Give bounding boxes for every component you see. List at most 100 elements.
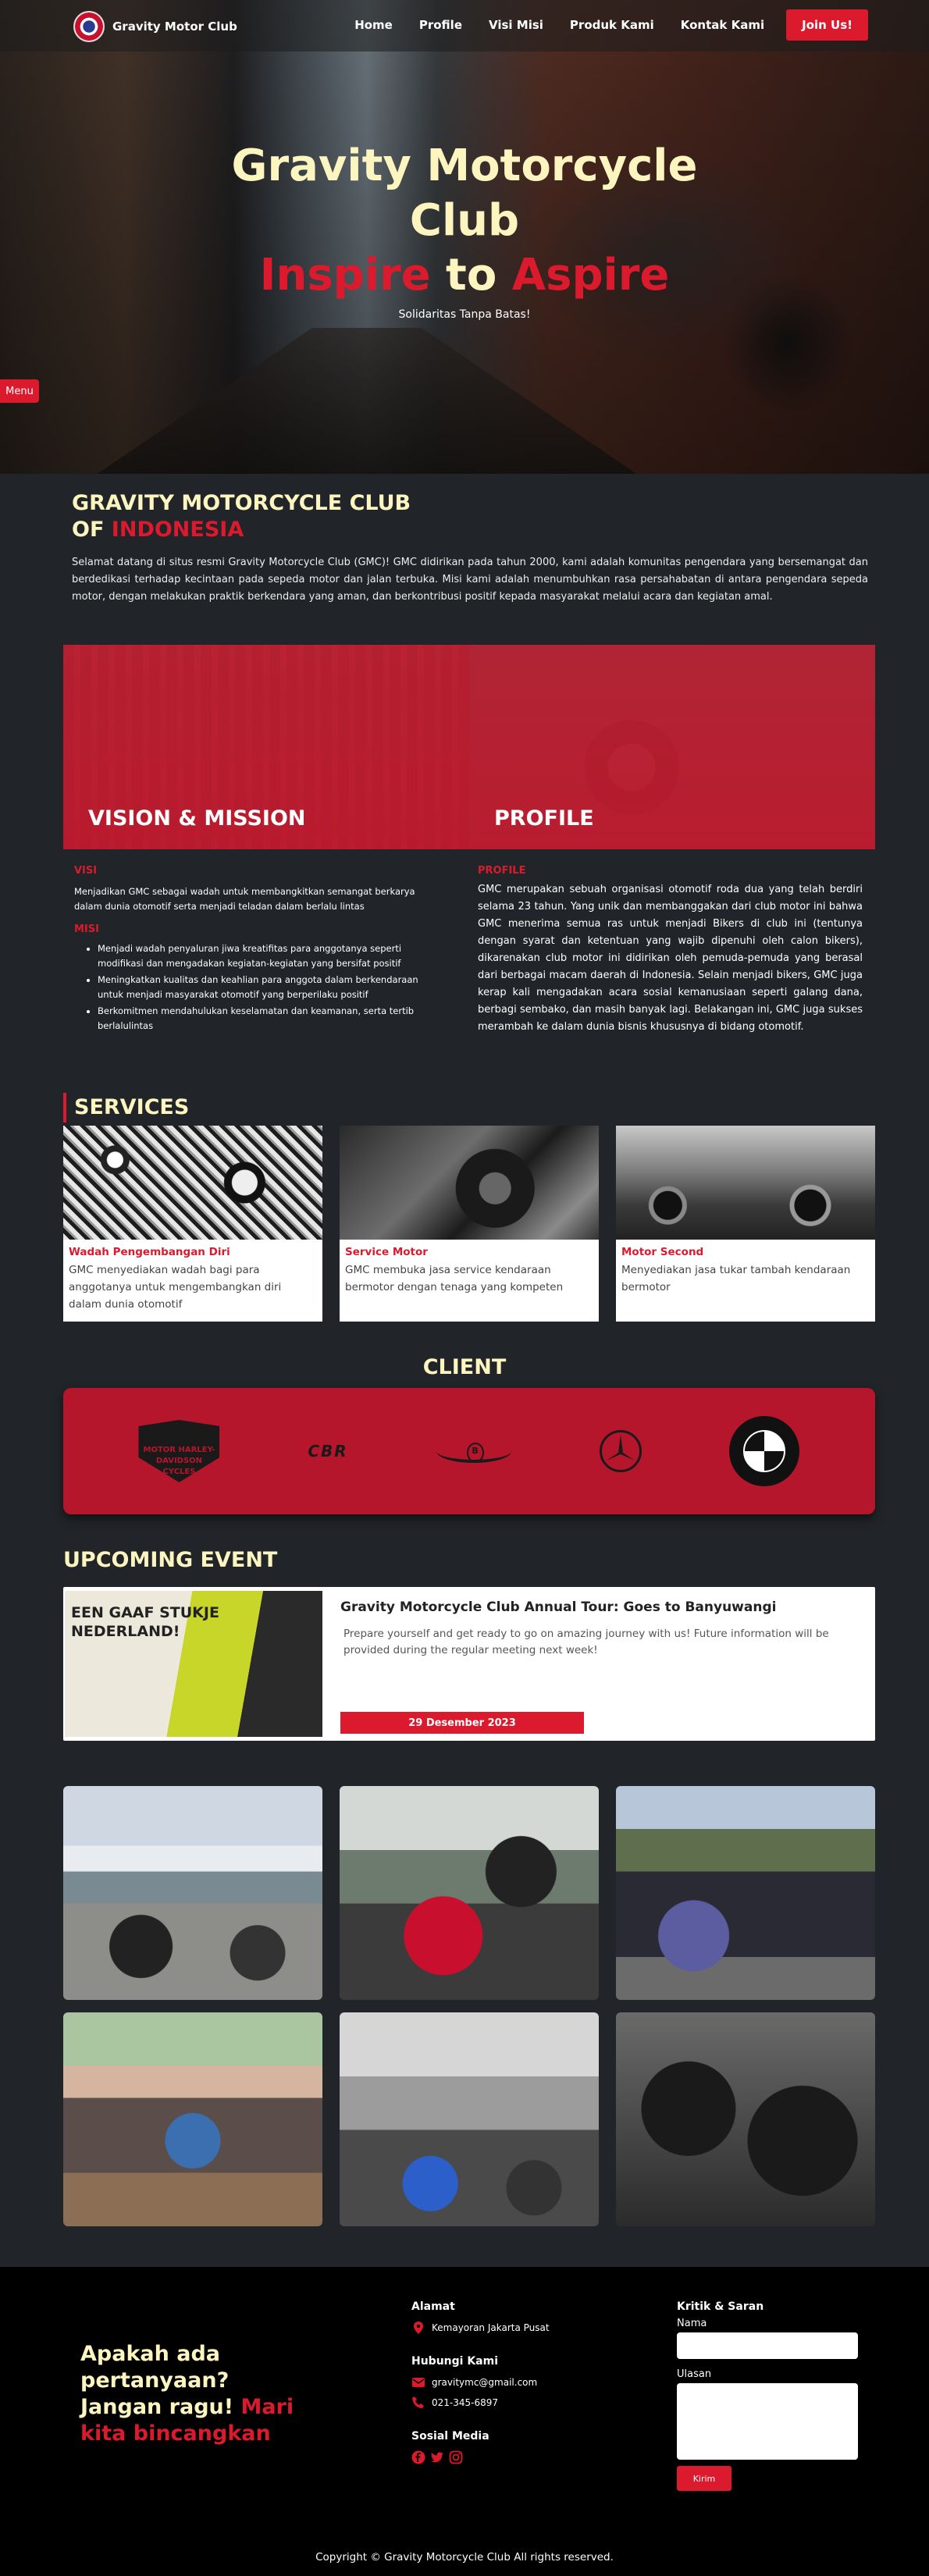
gallery-photo[interactable]	[340, 1786, 599, 2000]
nama-input[interactable]	[677, 2332, 858, 2359]
gallery-photo[interactable]	[616, 1786, 875, 2000]
hero-inspire: Inspire	[259, 250, 431, 301]
nav-link-profile[interactable]: Profile	[419, 18, 462, 32]
facebook-icon[interactable]	[411, 2450, 425, 2464]
event-image: EEN GAAF STUKJE NEDERLAND!	[65, 1591, 322, 1737]
gallery-photo[interactable]	[340, 2012, 599, 2226]
service-image-engine	[340, 1126, 599, 1240]
client-title: CLIENT	[422, 1355, 507, 1379]
about-text: Selamat datang di situs resmi Gravity Mo…	[72, 557, 868, 603]
twitter-icon[interactable]	[430, 2450, 444, 2464]
alamat-heading: Alamat	[411, 2300, 455, 2313]
nama-label: Nama	[677, 2318, 707, 2329]
vision-banner-image: VISION & MISSION	[63, 645, 469, 849]
service-name: Motor Second	[621, 1246, 704, 1258]
social-icons	[411, 2450, 550, 2464]
vision-banner-heading: VISION & MISSION	[88, 806, 306, 831]
send-button[interactable]: Kirim	[677, 2466, 731, 2491]
service-desc: GMC menyediakan wadah bagi para anggotan…	[69, 1264, 282, 1311]
hero-aspire: Aspire	[511, 250, 670, 301]
misi-label: MISI	[74, 923, 99, 935]
ulasan-label: Ulasan	[677, 2368, 712, 2380]
feedback-form: Kritik & Saran Nama Ulasan Kirim	[677, 2300, 858, 2491]
honda-cbr-logo: CBR	[308, 1442, 348, 1461]
cta-line1: Apakah ada pertanyaan?	[80, 2342, 230, 2393]
hero-subtitle: Solidaritas Tanpa Batas!	[398, 308, 531, 321]
hero-title-line2: Club	[409, 195, 520, 246]
phone-row[interactable]: 021-345-6897	[411, 2396, 550, 2410]
profile-column: PROFILE GMC merupakan sebuah organisasi …	[478, 865, 865, 1036]
about-title-of: OF	[72, 518, 112, 542]
service-card[interactable]: Wadah Pengembangan Diri GMC menyediakan …	[63, 1126, 322, 1322]
misi-list: Menjadi wadah penyaluran jiwa kreatifita…	[74, 941, 480, 1034]
service-card[interactable]: Motor Second Menyediakan jasa tukar tamb…	[616, 1126, 875, 1322]
hero-title-line1: Gravity Motorcycle	[231, 141, 698, 191]
location-pin-icon	[414, 2322, 423, 2334]
phone-icon	[412, 2396, 424, 2408]
event-card[interactable]: EEN GAAF STUKJE NEDERLAND! Gravity Motor…	[63, 1587, 875, 1741]
service-image-gears	[63, 1126, 322, 1240]
hero-title: Gravity Motorcycle Club Inspire to Aspir…	[0, 139, 929, 303]
gallery-photo[interactable]	[63, 1786, 322, 2000]
profile-label: PROFILE	[478, 865, 526, 877]
visi-label: VISI	[74, 865, 98, 877]
nav-link-produk-kami[interactable]: Produk Kami	[570, 18, 654, 32]
nav-link-home[interactable]: Home	[354, 18, 393, 32]
join-button[interactable]: Join Us!	[786, 9, 868, 41]
service-desc: GMC membuka jasa service kendaraan bermo…	[345, 1264, 564, 1293]
hubungi-heading: Hubungi Kami	[411, 2355, 499, 2368]
kritik-heading: Kritik & Saran	[677, 2300, 764, 2313]
service-name: Wadah Pengembangan Diri	[69, 1246, 230, 1258]
gallery-photo[interactable]	[616, 2012, 875, 2226]
footer-contact-column: Alamat Kemayoran Jakarta Pusat Hubungi K…	[411, 2300, 550, 2464]
phone-text: 021-345-6897	[432, 2397, 499, 2408]
harley-davidson-logo: MOTOR HARLEY-DAVIDSON CYCLES	[138, 1420, 220, 1482]
email-row[interactable]: gravitymc@gmail.com	[411, 2375, 550, 2389]
event-image-text: EEN GAAF STUKJE NEDERLAND!	[71, 1604, 219, 1640]
photo-gallery	[63, 1786, 875, 2226]
hero-tagline: Inspire to Aspire	[0, 248, 929, 303]
nav-link-kontak-kami[interactable]: Kontak Kami	[681, 18, 764, 32]
vision-column: VISI Menjadikan GMC sebagai wadah untuk …	[74, 865, 480, 1036]
hero-to: to	[430, 250, 512, 301]
visi-text: Menjadikan GMC sebagai wadah untuk memba…	[74, 886, 415, 912]
mail-icon	[412, 2378, 425, 2387]
alamat-text: Kemayoran Jakarta Pusat	[432, 2322, 550, 2333]
ulasan-textarea[interactable]	[677, 2383, 858, 2460]
email-text: gravitymc@gmail.com	[432, 2377, 538, 2388]
bentley-logo	[436, 1439, 511, 1463]
profile-banner-heading: PROFILE	[494, 806, 594, 831]
bmw-roundel	[743, 1430, 786, 1472]
misi-item: Berkomitmen mendahulukan keselamatan dan…	[98, 1004, 441, 1034]
event-date: 29 Desember 2023	[340, 1712, 584, 1734]
nav-link-visi-misi[interactable]: Visi Misi	[489, 18, 543, 32]
mercedes-logo	[599, 1430, 642, 1472]
about-title-line1: GRAVITY MOTORCYCLE CLUB	[72, 491, 411, 515]
vision-profile-content: VISI Menjadikan GMC sebagai wadah untuk …	[74, 865, 870, 1036]
nav-links: Home Profile Visi Misi Produk Kami Konta…	[328, 9, 868, 41]
service-desc: Menyediakan jasa tukar tambah kendaraan …	[621, 1264, 851, 1293]
profile-text: GMC merupakan sebuah organisasi otomotif…	[478, 884, 863, 1033]
bmw-logo	[729, 1416, 800, 1486]
navbar: Gravity Motor Club Home Profile Visi Mis…	[0, 0, 929, 52]
gallery-photo[interactable]	[63, 2012, 322, 2226]
about-section: GRAVITY MOTORCYCLE CLUB OF INDONESIA Sel…	[72, 490, 868, 606]
about-title-line2: OF INDONESIA	[72, 517, 868, 543]
instagram-icon[interactable]	[449, 2450, 463, 2464]
menu-button[interactable]: Menu	[0, 379, 39, 403]
about-title-country: INDONESIA	[111, 518, 244, 542]
client-logos: MOTOR HARLEY-DAVIDSON CYCLES CBR	[63, 1388, 875, 1514]
misi-item: Meningkatkan kualitas dan keahlian para …	[98, 973, 441, 1002]
brand[interactable]: Gravity Motor Club	[73, 11, 237, 42]
event-desc: Prepare yourself and get ready to go on …	[343, 1628, 829, 1656]
services-grid: Wadah Pengembangan Diri GMC menyediakan …	[63, 1126, 875, 1322]
cta-line2: Jangan ragu! Mari kita bincangkan	[80, 2394, 338, 2447]
event-title: UPCOMING EVENT	[63, 1548, 278, 1572]
profile-banner-image: PROFILE	[469, 645, 875, 849]
hero-section: Gravity Motorcycle Club Inspire to Aspir…	[0, 0, 929, 474]
misi-item: Menjadi wadah penyaluran jiwa kreatifita…	[98, 941, 441, 971]
alamat-row: Kemayoran Jakarta Pusat	[411, 2321, 550, 2335]
service-image-motorcycles	[616, 1126, 875, 1240]
copyright: Copyright © Gravity Motorcycle Club All …	[315, 2551, 614, 2564]
service-card[interactable]: Service Motor GMC membuka jasa service k…	[340, 1126, 599, 1322]
